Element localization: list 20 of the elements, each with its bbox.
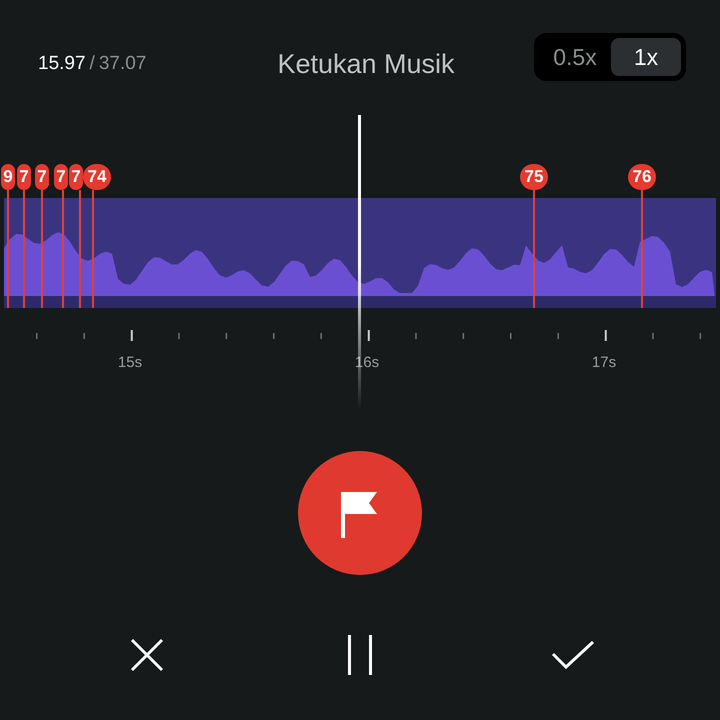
beat-marker[interactable]: 75 (520, 164, 548, 190)
ruler-label: 15s (118, 353, 142, 373)
beat-marker[interactable]: 76 (628, 164, 656, 190)
current-time: 15.97 (38, 52, 86, 76)
pause-icon (346, 635, 374, 675)
ruler-label: 17s (592, 353, 616, 373)
time-separator: / (90, 52, 95, 76)
ruler-label: 16s (354, 353, 380, 373)
speed-option[interactable]: 0.5x (539, 38, 611, 76)
speed-option[interactable]: 1x (611, 38, 681, 76)
beat-marker[interactable]: 74 (83, 164, 111, 190)
screen-title: Ketukan Musik (277, 48, 455, 81)
total-time: 37.07 (98, 52, 146, 76)
beat-marker[interactable]: 7 (17, 164, 31, 190)
beat-marker[interactable]: 7 (54, 164, 68, 190)
beat-marker[interactable]: 7 (35, 164, 49, 190)
beat-marker[interactable]: 7 (69, 164, 83, 190)
check-icon (551, 640, 596, 670)
beat-marker[interactable]: 9 (1, 164, 15, 190)
close-icon (130, 638, 164, 672)
